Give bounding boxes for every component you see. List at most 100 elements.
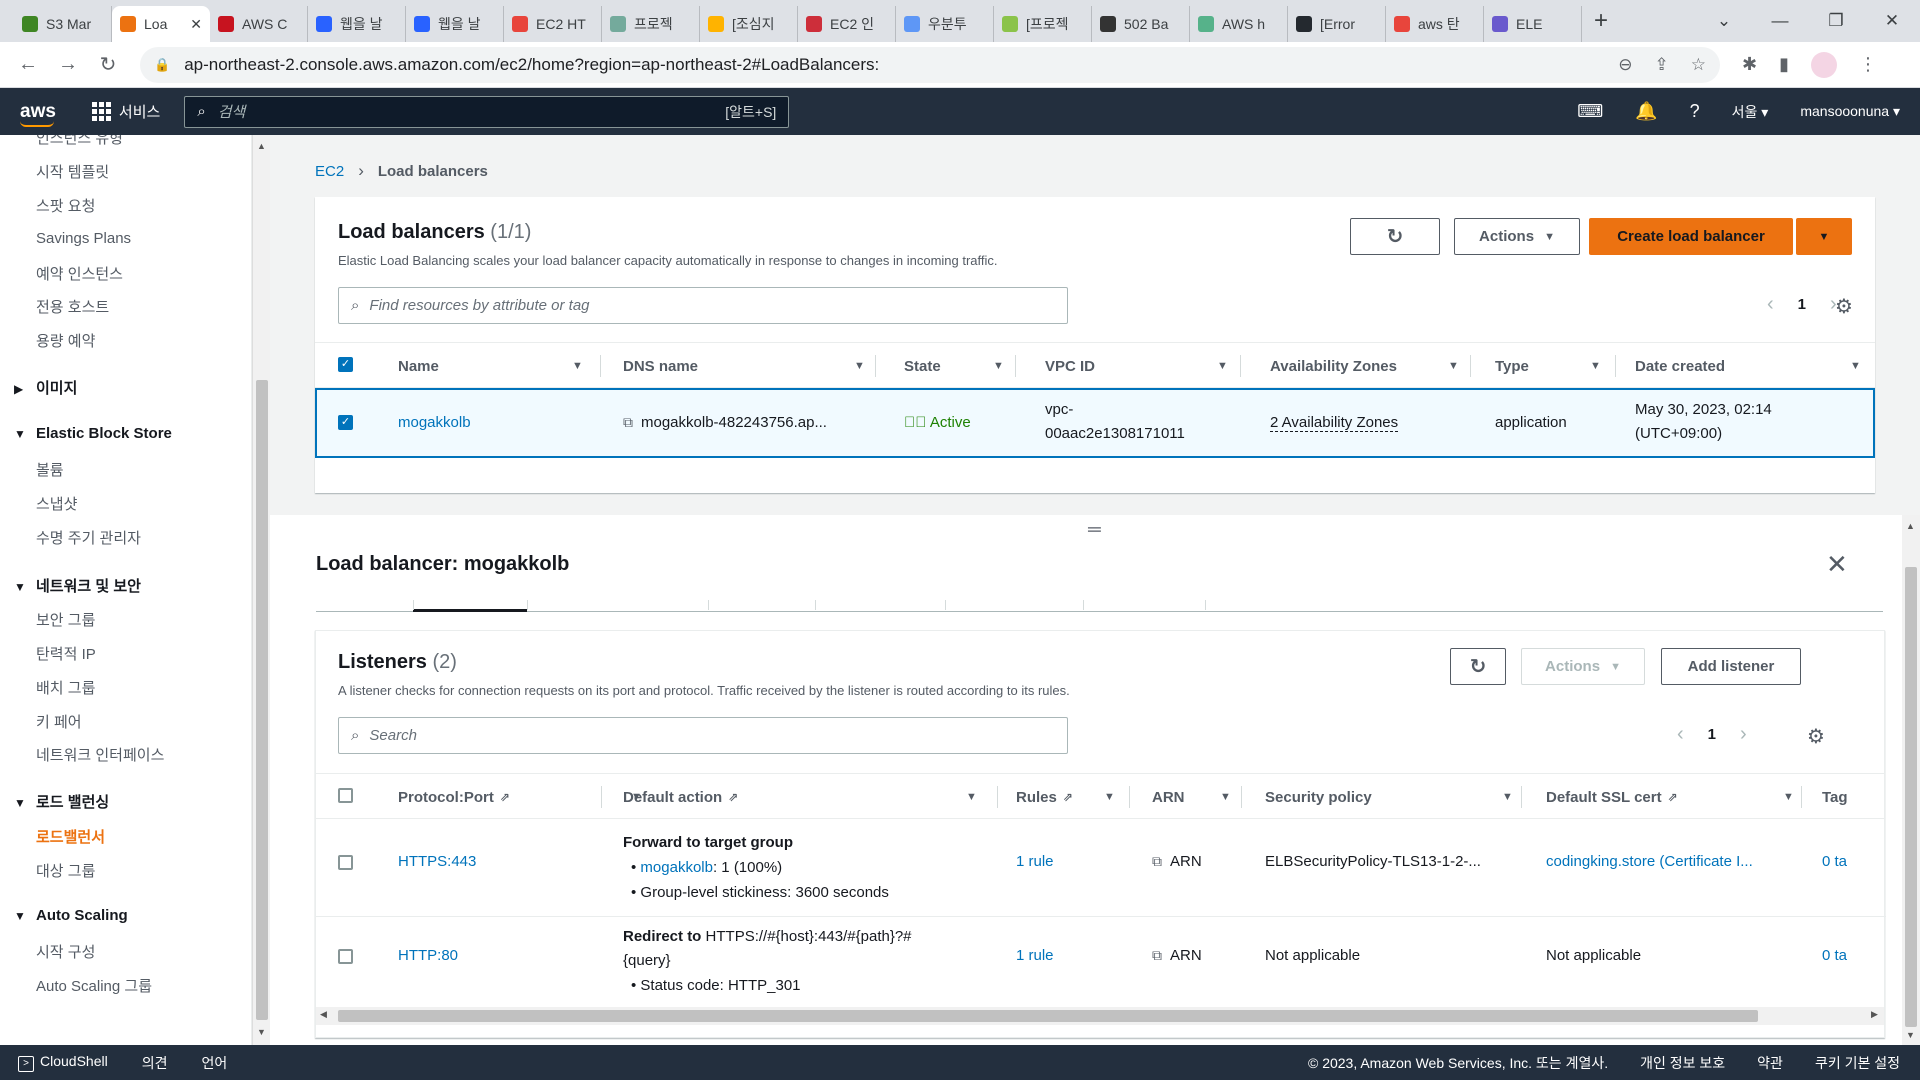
browser-tab[interactable]: EC2 인: [798, 6, 896, 42]
reload-icon[interactable]: ↻: [88, 52, 128, 77]
url-input[interactable]: 🔒 ap-northeast-2.console.aws.amazon.com/…: [140, 46, 1720, 83]
actions-button[interactable]: Actions ▼: [1454, 218, 1580, 255]
region-selector[interactable]: 서울 ▾: [1732, 102, 1769, 122]
scroll-right-icon[interactable]: ▶: [1871, 1009, 1878, 1020]
col-availability-zones[interactable]: Availability Zones ▼: [1270, 343, 1459, 389]
listeners-actions-button[interactable]: Actions ▼: [1521, 648, 1645, 685]
browser-tab[interactable]: AWS h: [1190, 6, 1288, 42]
col-dns-name[interactable]: DNS name ▼: [623, 343, 865, 389]
col-rules[interactable]: Rules ⇗ ▼: [1016, 774, 1115, 820]
sidebar-section-network[interactable]: ▼ 네트워크 및 보안: [14, 575, 141, 596]
rules-link[interactable]: 1 rule: [1016, 947, 1054, 964]
bookmark-star-icon[interactable]: ☆: [1691, 55, 1706, 75]
rules-link[interactable]: 1 rule: [1016, 853, 1054, 870]
horizontal-scroll-thumb[interactable]: [338, 1010, 1758, 1022]
scroll-left-icon[interactable]: ◀: [320, 1009, 327, 1020]
new-tab-button[interactable]: +: [1594, 7, 1608, 35]
prev-page-icon[interactable]: ‹: [1677, 723, 1684, 746]
browser-tab[interactable]: [프로젝: [994, 6, 1092, 42]
listener-protocol-link[interactable]: HTTP:80: [398, 947, 458, 964]
browser-tab[interactable]: 우분투: [896, 6, 994, 42]
lb-name-link[interactable]: mogakkolb: [398, 414, 471, 431]
sidebar-item-key-pairs[interactable]: 키 페어: [36, 711, 82, 732]
sidebar-item-reserved-instances[interactable]: 예약 인스턴스: [36, 263, 123, 284]
lb-dns-name[interactable]: ⧉ mogakkolb-482243756.ap...: [623, 414, 827, 431]
create-dropdown-button[interactable]: ▼: [1796, 218, 1852, 255]
sidebar-item-snapshots[interactable]: 스냅샷: [36, 493, 77, 514]
row-checkbox[interactable]: [338, 855, 353, 870]
scroll-down-icon[interactable]: ▼: [1906, 1030, 1915, 1040]
scroll-up-icon[interactable]: ▲: [257, 141, 266, 151]
row-checkbox[interactable]: [338, 949, 353, 964]
prev-page-icon[interactable]: ‹: [1767, 293, 1774, 316]
sidebar-item-auto-scaling-groups[interactable]: Auto Scaling 그룹: [36, 975, 152, 996]
side-panel-icon[interactable]: ▮: [1779, 54, 1789, 75]
row-checkbox[interactable]: ✓: [338, 415, 353, 430]
col-security-policy[interactable]: Security policy ▼: [1265, 774, 1513, 820]
select-all-checkbox[interactable]: ✓: [338, 357, 353, 372]
browser-tab[interactable]: Loa ✕: [112, 6, 210, 42]
listeners-refresh-button[interactable]: ↻: [1450, 648, 1506, 685]
sidebar-item-target-groups[interactable]: 대상 그룹: [36, 860, 95, 881]
settings-gear-icon[interactable]: ⚙: [1835, 294, 1853, 319]
listeners-search-input[interactable]: ⌕ Search: [338, 717, 1068, 754]
listeners-horizontal-scrollbar[interactable]: ◀ ▶: [316, 1007, 1884, 1025]
sidebar-scrollbar[interactable]: ▲ ▼: [252, 135, 270, 1045]
sidebar-item-launch-templates[interactable]: 시작 템플릿: [36, 161, 109, 182]
sidebar-item-elastic-ips[interactable]: 탄력적 IP: [36, 643, 96, 664]
cloudshell-button[interactable]: > CloudShell: [18, 1053, 108, 1072]
sidebar-item-load-balancers[interactable]: 로드밸런서: [36, 826, 105, 847]
browser-tab[interactable]: 502 Ba: [1092, 6, 1190, 42]
terms-link[interactable]: 약관: [1757, 1053, 1783, 1073]
help-icon[interactable]: ?: [1690, 101, 1700, 122]
notifications-bell-icon[interactable]: 🔔: [1635, 101, 1657, 122]
details-vertical-scrollbar[interactable]: ▲ ▼: [1902, 515, 1920, 1045]
ssl-cert-link[interactable]: codingking.store (Certificate I...: [1546, 853, 1753, 870]
scroll-down-icon[interactable]: ▼: [257, 1027, 266, 1037]
feedback-link[interactable]: 의견: [142, 1053, 168, 1073]
zoom-icon[interactable]: ⊖: [1618, 55, 1632, 75]
extensions-icon[interactable]: ✱: [1742, 54, 1757, 75]
copy-icon[interactable]: ⧉: [1152, 853, 1162, 869]
aws-search-input[interactable]: ⌕ 검색 [알트+S]: [184, 95, 790, 128]
lb-filter-input[interactable]: ⌕ Find resources by attribute or tag: [338, 287, 1068, 324]
sidebar-item-savings-plans[interactable]: Savings Plans: [36, 230, 131, 247]
lb-availability-zones[interactable]: 2 Availability Zones: [1270, 414, 1399, 432]
browser-tab[interactable]: [조심지: [700, 6, 798, 42]
col-arn[interactable]: ARN ▼: [1152, 774, 1231, 820]
sidebar-item-instance-types[interactable]: 인스턴스 유형: [36, 135, 123, 148]
next-page-icon[interactable]: ›: [1740, 723, 1747, 746]
refresh-button[interactable]: ↻: [1350, 218, 1440, 255]
browser-tab[interactable]: 프로젝: [602, 6, 700, 42]
col-type[interactable]: Type ▼: [1495, 343, 1601, 389]
col-tags[interactable]: Tag: [1822, 774, 1848, 820]
browser-tab[interactable]: AWS C: [210, 6, 308, 42]
cookie-preferences-link[interactable]: 쿠키 기본 설정: [1815, 1053, 1900, 1073]
add-listener-button[interactable]: Add listener: [1661, 648, 1801, 685]
col-default-action[interactable]: Default action ⇗ ▼: [623, 774, 977, 820]
sidebar-scroll-thumb[interactable]: [256, 380, 268, 1020]
cloudshell-icon[interactable]: ⌨: [1577, 101, 1603, 122]
sidebar-item-dedicated-hosts[interactable]: 전용 호스트: [36, 296, 109, 317]
sidebar-item-network-interfaces[interactable]: 네트워크 인터페이스: [36, 744, 164, 765]
col-date-created[interactable]: Date created ▼: [1635, 343, 1861, 389]
details-scroll-thumb[interactable]: [1905, 567, 1917, 1027]
sidebar-section-ebs[interactable]: ▼ Elastic Block Store: [14, 425, 172, 442]
share-icon[interactable]: ⇪: [1655, 55, 1669, 75]
arn-copy[interactable]: ⧉ ARN: [1152, 853, 1202, 870]
sidebar-item-capacity-reservations[interactable]: 용량 예약: [36, 330, 95, 351]
sidebar-item-placement-groups[interactable]: 배치 그룹: [36, 677, 95, 698]
language-link[interactable]: 언어: [201, 1053, 227, 1073]
col-vpc-id[interactable]: VPC ID ▼: [1045, 343, 1228, 389]
listener-protocol-link[interactable]: HTTPS:443: [398, 853, 476, 870]
settings-gear-icon[interactable]: ⚙: [1807, 724, 1825, 749]
maximize-button[interactable]: ❐: [1808, 11, 1864, 31]
services-menu-button[interactable]: 서비스: [91, 101, 160, 122]
col-name[interactable]: Name ▼: [398, 343, 583, 389]
sidebar-item-security-groups[interactable]: 보안 그룹: [36, 609, 95, 630]
arn-copy[interactable]: ⧉ ARN: [1152, 947, 1202, 964]
browser-tab[interactable]: EC2 HT: [504, 6, 602, 42]
tab-listeners-indicator[interactable]: [413, 609, 527, 612]
forward-icon[interactable]: →: [48, 53, 88, 76]
browser-tab[interactable]: ELE: [1484, 6, 1582, 42]
